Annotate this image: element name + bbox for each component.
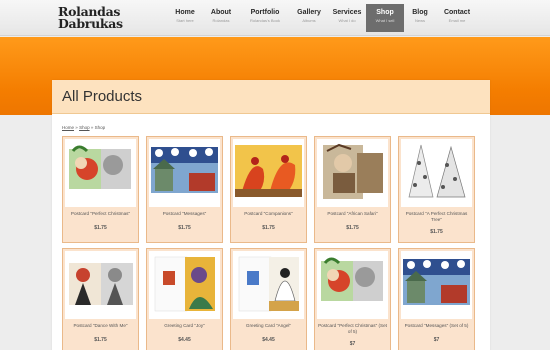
product-card[interactable]: Greeting Card "Joy" $4.45 [146, 248, 223, 350]
product-card[interactable]: Postcard "Companions" $1.75 [230, 136, 307, 243]
nav-label: Services [332, 9, 362, 16]
content-panel: All Products Home » Shop » Shop Postcard [52, 80, 490, 350]
product-image[interactable] [149, 139, 220, 207]
product-name[interactable]: Greeting Card "Angel" [233, 323, 304, 329]
title-bar: All Products [52, 80, 490, 114]
product-image[interactable] [401, 251, 472, 319]
product-name[interactable]: Postcard "Messages" (Set of 5) [401, 323, 472, 329]
nav-sublabel: Start here [176, 18, 194, 23]
product-image[interactable] [65, 139, 136, 207]
product-image[interactable] [65, 251, 136, 319]
nav-label: Shop [376, 9, 394, 16]
product-image[interactable] [233, 139, 304, 207]
product-price: $1.75 [346, 225, 359, 231]
product-name[interactable]: Postcard "African Safari" [317, 211, 388, 217]
breadcrumb-separator: » [90, 125, 94, 130]
nav-item-about[interactable]: About Rolandas [202, 4, 240, 32]
product-price: $7 [349, 341, 356, 347]
site-header: Rolandas Dabrukas Home Start here About … [0, 0, 550, 36]
nav-label: About [210, 9, 232, 16]
nav-item-shop[interactable]: Shop What I sell [366, 4, 404, 32]
nav-sublabel: Rolandas's Book [250, 18, 280, 23]
product-card[interactable]: Postcard "A Perfect Christmas Tree" $1.7… [398, 136, 475, 243]
product-image[interactable] [317, 251, 388, 319]
nav-label: Blog [412, 9, 428, 16]
nav-sublabel: What I do [338, 18, 356, 23]
nav-sublabel: What I sell [375, 18, 395, 23]
nav-label: Gallery [297, 9, 321, 16]
product-card[interactable]: Postcard "Messages" $1.75 [146, 136, 223, 243]
nav-label: Home [175, 9, 195, 16]
product-card[interactable]: Greeting Card "Angel" $4.45 [230, 248, 307, 350]
breadcrumb: Home » Shop » Shop [62, 125, 105, 130]
logo-line-2: Dabrukas [58, 16, 123, 31]
product-price: $1.75 [430, 229, 443, 235]
product-name[interactable]: Postcard "Companions" [233, 211, 304, 217]
product-name[interactable]: Postcard "Perfect Christmas" (Set of 5) [317, 323, 388, 335]
product-price: $7 [433, 337, 440, 343]
product-price: $1.75 [94, 337, 107, 343]
product-card[interactable]: Postcard "Dance With Me" $1.75 [62, 248, 139, 350]
product-image[interactable] [401, 139, 472, 207]
product-name[interactable]: Postcard "Perfect Christmas" [65, 211, 136, 217]
main-nav: Home Start here About Rolandas Portfolio… [168, 4, 478, 32]
page-title: All Products [62, 88, 143, 105]
nav-item-home[interactable]: Home Start here [168, 4, 202, 32]
product-image[interactable] [149, 251, 220, 319]
product-name[interactable]: Greeting Card "Joy" [149, 323, 220, 329]
product-card[interactable]: Postcard "Perfect Christmas" $1.75 [62, 136, 139, 243]
product-name[interactable]: Postcard "Dance With Me" [65, 323, 136, 329]
product-card[interactable]: Postcard "Messages" (Set of 5) $7 [398, 248, 475, 350]
nav-item-blog[interactable]: Blog News [404, 4, 436, 32]
nav-label: Contact [443, 9, 471, 16]
product-price: $4.45 [178, 337, 191, 343]
product-price: $4.45 [262, 337, 275, 343]
product-image[interactable] [233, 251, 304, 319]
nav-item-services[interactable]: Services What I do [328, 4, 366, 32]
nav-sublabel: Rolandas [212, 18, 230, 23]
nav-sublabel: Albums [302, 18, 316, 23]
product-name[interactable]: Postcard "Messages" [149, 211, 220, 217]
site-logo[interactable]: Rolandas Dabrukas [58, 5, 123, 31]
nav-item-contact[interactable]: Contact Email me [436, 4, 478, 32]
breadcrumb-shop-link[interactable]: Shop [79, 125, 90, 130]
nav-sublabel: News [414, 18, 425, 23]
product-price: $1.75 [262, 225, 275, 231]
product-image[interactable] [317, 139, 388, 207]
product-card[interactable]: Postcard "Perfect Christmas" (Set of 5) … [314, 248, 391, 350]
nav-item-gallery[interactable]: Gallery Albums [290, 4, 328, 32]
nav-sublabel: Email me [448, 18, 466, 23]
product-name[interactable]: Postcard "A Perfect Christmas Tree" [401, 211, 472, 223]
breadcrumb-home-link[interactable]: Home [62, 125, 74, 130]
nav-label: Portfolio [250, 9, 280, 16]
breadcrumb-separator: » [75, 125, 78, 130]
breadcrumb-current: Shop [94, 125, 106, 130]
nav-item-portfolio[interactable]: Portfolio Rolandas's Book [240, 4, 290, 32]
product-price: $1.75 [94, 225, 107, 231]
product-price: $1.75 [178, 225, 191, 231]
product-card[interactable]: Postcard "African Safari" $1.75 [314, 136, 391, 243]
